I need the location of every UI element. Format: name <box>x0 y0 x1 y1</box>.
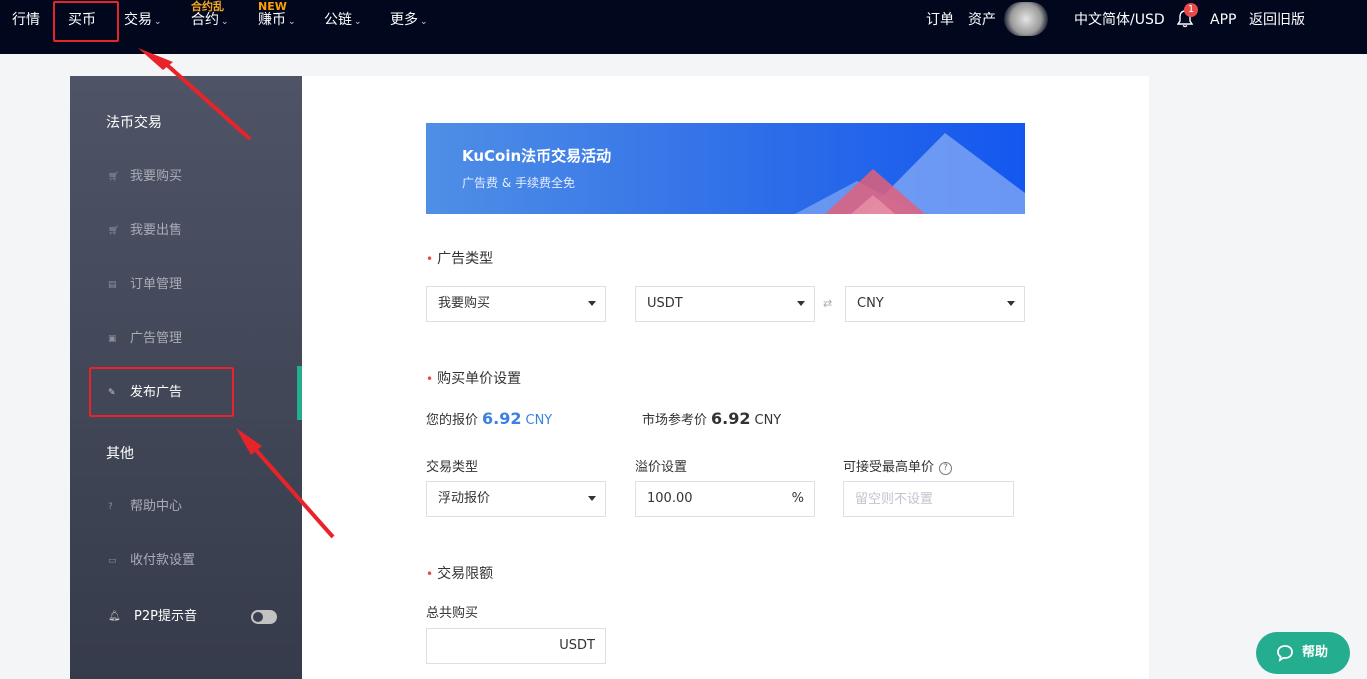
sidebar-group-other: 其他 <box>106 446 134 462</box>
annotation-box-post-ad <box>89 367 234 417</box>
top-navigation-bar: 行情 买币 交易 ⌄ 合约乱 合约 ⌄ NEW 赚币 ⌄ 公链 ⌄ 更多 ⌄ 订单 资产 … <box>0 0 1367 54</box>
old-version-link[interactable]: 返回旧版 <box>1249 0 1305 40</box>
sidebar-item-orders[interactable]: ▤ 订单管理 <box>70 258 302 312</box>
total-buy-label: 总共购买 <box>426 606 479 621</box>
premium-input[interactable]: 100.00% <box>635 481 815 517</box>
chevron-down-icon: ⌄ <box>154 17 162 27</box>
sidebar-item-buy[interactable]: 🛒︎ 我要购买 <box>70 150 302 204</box>
nav-item-market[interactable]: 行情 <box>12 0 40 40</box>
help-icon: ? <box>108 502 113 512</box>
trade-type-select[interactable]: 浮动报价 <box>426 481 606 517</box>
trade-type-label: 交易类型 <box>426 460 479 475</box>
section-price-setting: • 购买单价设置 <box>426 371 522 387</box>
ad-icon: ▣ <box>108 334 117 344</box>
sidebar-item-payment-settings[interactable]: ▭ 收付款设置 <box>70 534 302 588</box>
max-price-input[interactable] <box>855 482 1013 516</box>
p2p-sound-toggle[interactable] <box>251 610 277 624</box>
market-price: 市场参考价 6.92 CNY <box>642 409 782 428</box>
coin-select[interactable]: USDT <box>635 286 815 322</box>
sidebar-item-help-center[interactable]: ? 帮助中心 <box>70 480 302 534</box>
help-chat-button[interactable]: 帮助 <box>1256 632 1350 674</box>
nav-item-earn[interactable]: 赚币 ⌄ <box>258 0 296 40</box>
chevron-down-icon: ⌄ <box>354 17 362 27</box>
sidebar-group-fiat-trade: 法币交易 <box>106 115 162 131</box>
chevron-down-icon: ⌄ <box>221 17 229 27</box>
p2p-sound-row: 🔔︎ P2P提示音 <box>70 606 302 628</box>
question-icon[interactable]: ? <box>939 462 953 475</box>
language-currency-selector[interactable]: 中文简体/USD <box>1074 0 1165 40</box>
max-price-input-wrapper <box>843 481 1014 517</box>
swap-arrows-icon: ⇄ <box>823 297 833 310</box>
assets-link[interactable]: 资产 <box>968 0 996 40</box>
promo-banner[interactable]: KuCoin法币交易活动 广告费 & 手续费全免 <box>426 123 1025 214</box>
banner-subtitle: 广告费 & 手续费全免 <box>462 176 575 190</box>
orders-link[interactable]: 订单 <box>926 0 954 40</box>
nav-item-contract[interactable]: 合约 ⌄ <box>191 0 229 40</box>
market-price-value: 6.92 <box>711 409 751 428</box>
avatar[interactable] <box>1004 2 1048 36</box>
your-price: 您的报价 6.92 CNY <box>426 409 553 428</box>
percent-suffix: % <box>791 491 804 506</box>
nav-item-more[interactable]: 更多 ⌄ <box>390 0 428 40</box>
caret-down-icon <box>588 301 596 306</box>
app-link[interactable]: APP <box>1210 0 1236 40</box>
nav-item-trade[interactable]: 交易 ⌄ <box>124 0 162 40</box>
card-icon: ▭ <box>108 556 117 566</box>
sidebar-item-ad-manage[interactable]: ▣ 广告管理 <box>70 312 302 366</box>
section-ad-type: • 广告类型 <box>426 251 494 267</box>
chat-bubble-icon <box>1277 645 1293 662</box>
annotation-box-buy-crypto <box>53 1 119 42</box>
required-mark: • <box>426 252 434 266</box>
total-buy-input[interactable]: USDT <box>426 628 606 664</box>
ad-side-select[interactable]: 我要购买 <box>426 286 606 322</box>
section-trade-limit: • 交易限额 <box>426 566 494 582</box>
list-icon: ▤ <box>108 280 117 290</box>
max-price-label: 可接受最高单价? <box>843 456 953 475</box>
sidebar-item-sell[interactable]: 🛒︎ 我要出售 <box>70 204 302 258</box>
caret-down-icon <box>797 301 805 306</box>
required-mark: • <box>426 567 434 581</box>
chevron-down-icon: ⌄ <box>288 17 296 27</box>
required-mark: • <box>426 372 434 386</box>
banner-title: KuCoin法币交易活动 <box>462 147 612 165</box>
main-panel: KuCoin法币交易活动 广告费 & 手续费全免 • 广告类型 我要购买 USDT… <box>302 76 1149 679</box>
nav-item-chain[interactable]: 公链 ⌄ <box>324 0 362 40</box>
mountain-illustration <box>795 133 1025 214</box>
caret-down-icon <box>588 496 596 501</box>
fiat-select[interactable]: CNY <box>845 286 1025 322</box>
caret-down-icon <box>1007 301 1015 306</box>
cart-icon: 🛒︎ <box>108 226 120 236</box>
notification-count-badge: 1 <box>1184 3 1198 17</box>
your-price-value: 6.92 <box>482 409 522 428</box>
cart-icon: 🛒︎ <box>108 172 120 182</box>
premium-label: 溢价设置 <box>635 460 688 475</box>
chevron-down-icon: ⌄ <box>420 17 428 27</box>
bell-icon: 🔔︎ <box>108 611 121 622</box>
usdt-suffix: USDT <box>559 638 595 653</box>
